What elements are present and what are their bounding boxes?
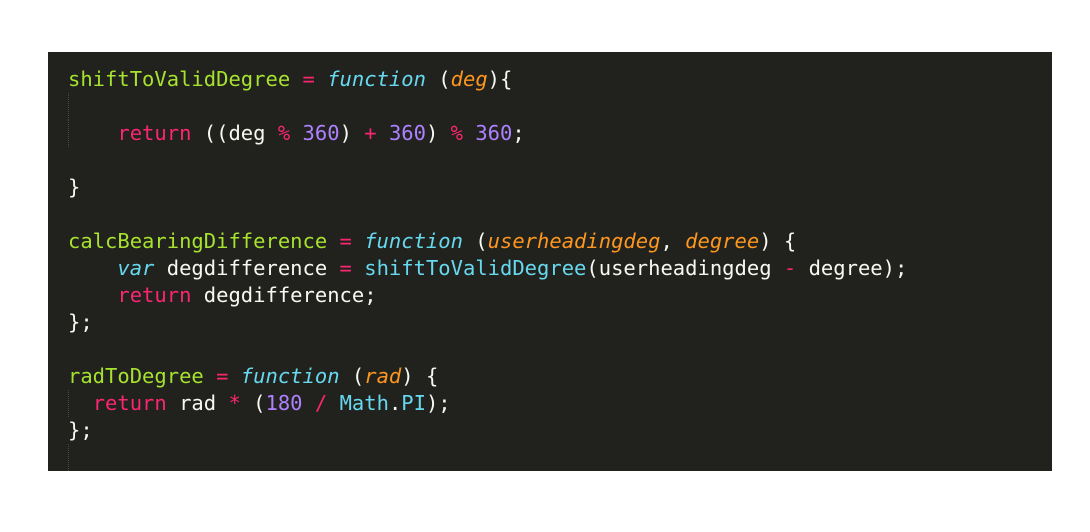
code-token-plain: ) { xyxy=(401,364,439,388)
code-line: }; xyxy=(68,417,1052,444)
code-line: shiftToValidDegree = function (deg){ xyxy=(68,66,1052,93)
code-token-plain: . xyxy=(388,391,402,415)
code-token-plain: ( xyxy=(425,67,451,91)
code-token-fn: function xyxy=(364,229,463,253)
code-token-plain: ((deg xyxy=(191,121,278,145)
code-token-op: / xyxy=(314,391,328,415)
code-token-builtin: shiftToValidDegree xyxy=(364,256,587,280)
code-token-name: shiftToValidDegree xyxy=(68,67,291,91)
code-token-op: = xyxy=(339,256,352,280)
code-token-plain: , xyxy=(660,229,686,253)
code-token-plain: ; xyxy=(512,121,525,145)
code-line xyxy=(68,444,1052,471)
code-token-op: = xyxy=(216,364,229,388)
code-token-plain: degdifference; xyxy=(191,283,377,307)
code-token-plain: ); xyxy=(425,391,451,415)
code-token-plain: ){ xyxy=(487,67,513,91)
code-token-param: deg xyxy=(450,67,488,91)
code-token-num: 180 xyxy=(265,391,303,415)
code-token-name: calcBearingDifference xyxy=(68,229,328,253)
code-token-plain: ) xyxy=(425,121,451,145)
code-token-plain: ( xyxy=(339,364,365,388)
code-token-plain: rad xyxy=(166,391,229,415)
code-token-op: - xyxy=(783,256,797,280)
code-line: calcBearingDifference = function (userhe… xyxy=(68,228,1052,255)
code-token-plain: degdifference xyxy=(154,256,340,280)
code-token-builtin: Math xyxy=(339,391,389,415)
code-token-num: 360 xyxy=(302,121,340,145)
code-token-param: rad xyxy=(364,364,402,388)
code-line: return ((deg % 360) + 360) % 360; xyxy=(68,120,1052,147)
code-token-plain: }; xyxy=(68,418,93,442)
code-token-op: * xyxy=(228,391,241,415)
code-token-plain: } xyxy=(68,175,81,199)
code-token-op: % xyxy=(277,121,291,145)
code-token-plain: ) { xyxy=(759,229,797,253)
code-line: return degdifference; xyxy=(68,282,1052,309)
code-token-kw: return xyxy=(117,283,192,307)
code-editor: shiftToValidDegree = function (deg){ ret… xyxy=(48,52,1052,471)
code-token-plain: }; xyxy=(68,310,93,334)
code-token-fn: function xyxy=(240,364,340,388)
code-token-op: + xyxy=(364,121,377,145)
code-token-num: 360 xyxy=(475,121,513,145)
code-token-param: userheadingdeg xyxy=(487,229,661,253)
code-token-fn: function xyxy=(327,67,426,91)
code-line: }; xyxy=(68,309,1052,336)
code-line: radToDegree = function (rad) { xyxy=(68,363,1052,390)
code-line: } xyxy=(68,174,1052,201)
code-token-plain: degree); xyxy=(796,256,908,280)
code-token-name: radToDegree xyxy=(68,364,204,388)
code-line: var degdifference = shiftToValidDegree(u… xyxy=(68,255,1052,282)
code-token-op: % xyxy=(450,121,463,145)
code-token-num: 360 xyxy=(388,121,426,145)
code-token-fn: var xyxy=(117,256,155,280)
code-line: return rad * (180 / Math.PI); xyxy=(68,390,1052,417)
code-token-plain: ( xyxy=(462,229,488,253)
code-token-kw: return xyxy=(92,391,167,415)
code-token-plain: (userheadingdeg xyxy=(586,256,784,280)
code-token-plain: ) xyxy=(339,121,365,145)
code-token-kw: return xyxy=(117,121,192,145)
code-token-op: = xyxy=(339,229,352,253)
code-token-param: degree xyxy=(685,229,760,253)
code-token-builtin: PI xyxy=(401,391,426,415)
code-token-op: = xyxy=(302,67,315,91)
code-line xyxy=(68,93,1052,120)
code-token-plain: ( xyxy=(240,391,266,415)
